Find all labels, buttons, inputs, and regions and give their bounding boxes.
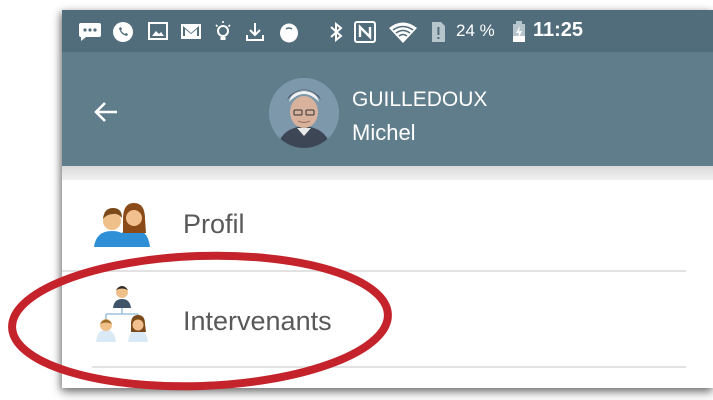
divider [92, 366, 686, 368]
message-icon [79, 23, 101, 41]
whatsapp-icon [113, 22, 133, 42]
nfc-icon [354, 21, 376, 43]
sim-alert-icon [432, 22, 445, 42]
menu-item-profil[interactable]: Profil [62, 175, 713, 271]
download-icon [246, 23, 264, 41]
bulb-icon [215, 21, 231, 40]
back-button[interactable] [86, 92, 126, 132]
avatar-photo-icon [269, 78, 339, 148]
avatar[interactable] [269, 78, 339, 148]
wifi-icon [389, 22, 417, 43]
menu-item-intervenants[interactable]: Intervenants [62, 272, 713, 368]
bluetooth-icon [330, 21, 343, 43]
gmail-icon [181, 24, 201, 39]
menu-item-label-intervenants: Intervenants [183, 306, 332, 336]
menu-item-label-profil: Profil [183, 209, 245, 239]
gallery-icon [148, 22, 168, 40]
status-bar: 24 % 11:25 [62, 10, 713, 52]
back-arrow-icon [94, 102, 117, 122]
patient-first-name: Michel [352, 120, 416, 145]
patient-last-name: GUILLEDOUX [352, 88, 488, 111]
egg-icon [280, 23, 298, 43]
app-bar: GUILLEDOUX Michel [62, 52, 713, 166]
team-hierarchy-icon [96, 286, 148, 342]
phone-screen: 24 % 11:25 GUILLEDOUX Michel Profil Inte… [62, 10, 713, 388]
clock: 11:25 [533, 19, 584, 41]
battery-charging-icon [513, 21, 525, 42]
battery-percent: 24 % [456, 21, 495, 40]
profile-people-icon [94, 203, 150, 247]
